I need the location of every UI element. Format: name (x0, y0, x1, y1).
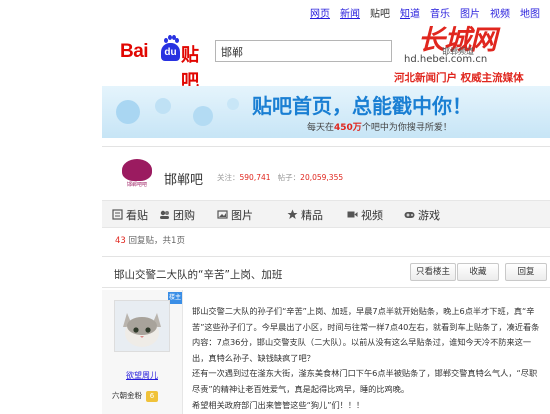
watermark-url: hd.hebei.com.cn (404, 54, 488, 65)
banner-sub-prefix: 每天在 (307, 123, 335, 133)
tab-tuangou[interactable]: 团购 (159, 207, 195, 223)
tab-video-label: 视频 (361, 209, 383, 222)
post-floor-1: 楼主 欲望周儿 六朝金粉 6 邯山交警二大队的孙子们“辛苦”上岗、加班，早晨7点半… (102, 290, 550, 414)
tab-games[interactable]: 游戏 (404, 207, 440, 223)
nav-link-tieba[interactable]: 贴吧 (370, 5, 390, 20)
post-author-name[interactable]: 欲望周儿 (102, 370, 182, 381)
thread-title-bar: 邯山交警二大队的“辛苦”上岗、加班 只看楼主 收藏 回复 (102, 256, 550, 288)
cat-avatar-icon (115, 301, 169, 351)
tab-pictures[interactable]: 图片 (217, 207, 253, 223)
tab-games-label: 游戏 (418, 209, 440, 222)
banner-headline: 贴吧首页，总能戳中你！ (252, 94, 472, 118)
banner-sub-count: 450万 (334, 123, 362, 133)
banner-sub-suffix: 个吧中为你搜寻所爱！ (361, 123, 452, 133)
tab-jingpin-label: 精品 (301, 209, 323, 222)
forum-avatar-emblem-icon (122, 159, 152, 181)
avatar[interactable] (114, 300, 170, 352)
game-icon (404, 212, 415, 218)
paw-icon (164, 35, 179, 43)
nav-link-news[interactable]: 新闻 (340, 5, 360, 20)
baidu-tieba-logo[interactable]: Bai du 贴吧 (120, 35, 208, 91)
only-author-button[interactable]: 只看楼主 (410, 263, 456, 281)
watermark-slogan: 河北新闻门户 权威主流媒体 (394, 72, 524, 84)
logo-du-badge: du (161, 43, 180, 61)
promo-banner[interactable]: 贴吧首页，总能戳中你！ 每天在450万个吧中为你搜寻所爱！ (102, 86, 550, 138)
post-paragraph-2: 还有一次遇到过在滏东大街，滏东美食林门口下午6点半被贴条了，邯郸交警真特么气人，… (192, 368, 538, 394)
level-name: 六朝金粉 (112, 391, 142, 400)
follow-label: 关注： (217, 173, 240, 182)
logo-bai-text: Bai (120, 41, 149, 62)
follow-count: 590,741 (239, 173, 271, 182)
tab-kantie-label: 看贴 (126, 209, 148, 222)
banner-decoration-icon (116, 98, 239, 126)
tab-jingpin[interactable]: 精品 (287, 207, 323, 223)
post-author-panel: 楼主 欲望周儿 六朝金粉 6 (102, 290, 183, 414)
posts-count: 20,059,355 (300, 173, 344, 182)
banner-subline: 每天在450万个吧中为你搜寻所爱！ (307, 120, 452, 133)
group-icon (160, 210, 169, 219)
post-paragraph-1: 邯山交警二大队的孙子们“辛苦”上岗、加班，早晨7点半就开始贴条，晚上6点半才下班… (192, 306, 540, 363)
reply-count: 43 (115, 236, 126, 246)
reply-count-text: 回复贴，共1页 (128, 236, 185, 246)
louzhu-badge: 楼主 (168, 292, 182, 304)
post-author-level: 六朝金粉 6 (112, 390, 158, 402)
star-icon (287, 209, 298, 219)
thread-title: 邯山交警二大队的“辛苦”上岗、加班 (114, 269, 283, 281)
post-content: 邯山交警二大队的孙子们“辛苦”上岗、加班，早晨7点半就开始贴条，晚上6点半才下班… (192, 304, 542, 413)
post-paragraph-3: 希望相关政府部门出来管管这些“狗儿”们！！！ (192, 399, 365, 410)
picture-icon (217, 210, 228, 219)
forum-stats: 关注：590,741 帖子：20,059,355 (217, 172, 343, 183)
level-badge: 6 (146, 391, 158, 402)
forum-avatar[interactable]: 邯郸吧吧 (120, 159, 154, 193)
forum-avatar-text: 邯郸吧吧 (126, 182, 147, 188)
tab-pictures-label: 图片 (231, 209, 253, 222)
tab-kantie[interactable]: 看贴 (112, 207, 148, 223)
search-box (215, 40, 392, 62)
nav-link-web[interactable]: 网页 (310, 5, 330, 20)
forum-header: 邯郸吧吧 邯郸吧 关注：590,741 帖子：20,059,355 (102, 146, 550, 197)
tab-tuangou-label: 团购 (173, 209, 195, 222)
collect-button[interactable]: 收藏 (457, 263, 499, 281)
tab-video[interactable]: 视频 (347, 207, 383, 223)
posts-label: 帖子： (277, 173, 301, 182)
list-icon (112, 209, 123, 220)
reply-count-line: 43 回复贴，共1页 (115, 234, 185, 246)
video-icon (347, 211, 358, 218)
forum-tab-bar: 看贴 团购 图片 精品 视频 游戏 (102, 200, 550, 228)
changcheng-watermark: 长城网 邯郸频道 hd.hebei.com.cn 河北新闻门户 权威主流媒体 (394, 18, 550, 90)
search-input[interactable] (216, 43, 386, 61)
forum-name[interactable]: 邯郸吧 (164, 169, 203, 188)
reply-button[interactable]: 回复 (505, 263, 547, 281)
